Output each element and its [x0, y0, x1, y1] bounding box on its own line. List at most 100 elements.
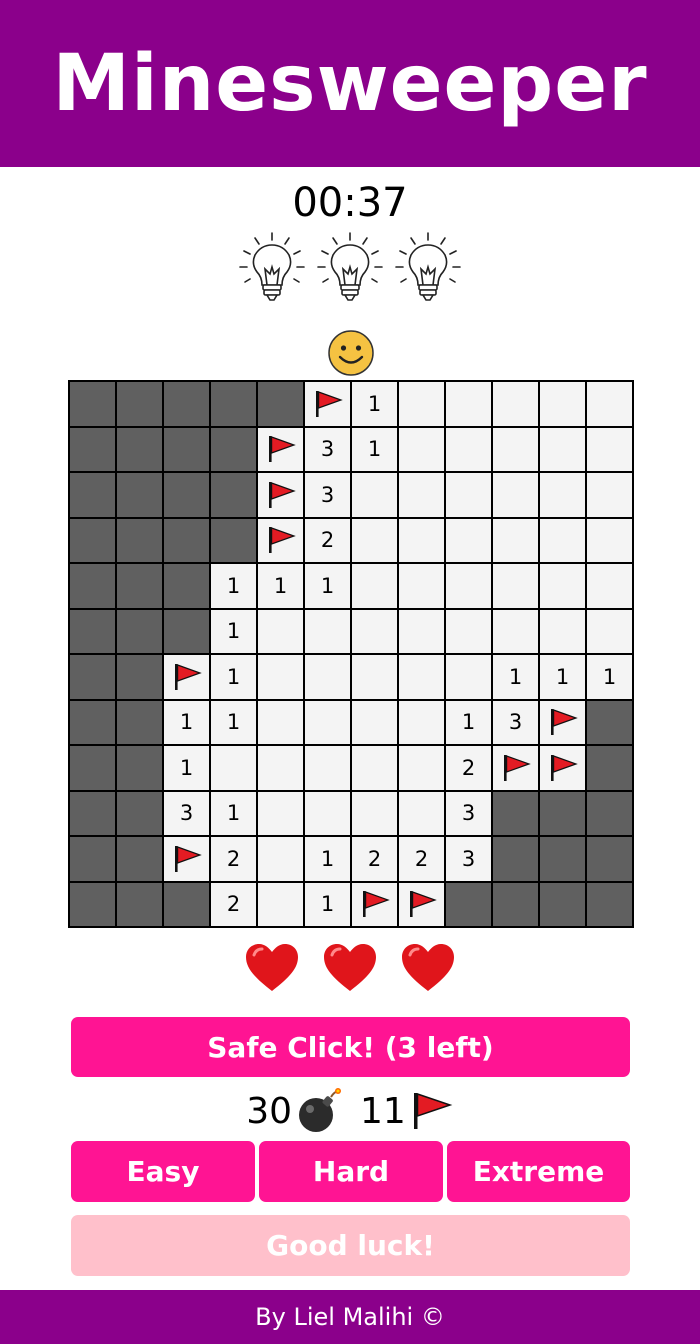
- board-cell[interactable]: [69, 426, 116, 472]
- board-cell[interactable]: [116, 745, 163, 791]
- board-cell[interactable]: [445, 517, 492, 563]
- board-cell[interactable]: [69, 745, 116, 791]
- board-cell[interactable]: [445, 563, 492, 609]
- board-cell[interactable]: [539, 745, 586, 791]
- board-cell[interactable]: [398, 426, 445, 472]
- board-cell[interactable]: 1: [539, 654, 586, 700]
- board-cell[interactable]: [163, 836, 210, 882]
- board-cell[interactable]: 3: [304, 472, 351, 518]
- board-cell[interactable]: [539, 699, 586, 745]
- board-cell[interactable]: [210, 472, 257, 518]
- board-cell[interactable]: [116, 881, 163, 927]
- board-cell[interactable]: [492, 608, 539, 654]
- board-cell[interactable]: [492, 745, 539, 791]
- board-cell[interactable]: [163, 517, 210, 563]
- board-cell[interactable]: [492, 472, 539, 518]
- board-cell[interactable]: [257, 381, 304, 427]
- board-cell[interactable]: [69, 381, 116, 427]
- board-cell[interactable]: [351, 472, 398, 518]
- board-cell[interactable]: [210, 381, 257, 427]
- board-cell[interactable]: [586, 699, 633, 745]
- board-cell[interactable]: 2: [398, 836, 445, 882]
- board-cell[interactable]: [257, 790, 304, 836]
- hard-button[interactable]: Hard: [259, 1141, 443, 1202]
- board-cell[interactable]: [398, 699, 445, 745]
- board-cell[interactable]: [116, 654, 163, 700]
- lightbulb-hint-icon[interactable]: [392, 228, 464, 308]
- board-cell[interactable]: [351, 881, 398, 927]
- lightbulb-hint-icon[interactable]: [236, 228, 308, 308]
- board-cell[interactable]: [539, 426, 586, 472]
- board-cell[interactable]: 1: [351, 426, 398, 472]
- board-cell[interactable]: [257, 608, 304, 654]
- board-cell[interactable]: [351, 654, 398, 700]
- board-cell[interactable]: 1: [304, 836, 351, 882]
- board-cell[interactable]: 2: [210, 881, 257, 927]
- board-cell[interactable]: [163, 881, 210, 927]
- board-cell[interactable]: 3: [445, 790, 492, 836]
- board-cell[interactable]: [210, 426, 257, 472]
- board-cell[interactable]: [210, 517, 257, 563]
- board-cell[interactable]: [586, 836, 633, 882]
- board-cell[interactable]: [539, 608, 586, 654]
- board-cell[interactable]: 2: [445, 745, 492, 791]
- board-cell[interactable]: [69, 699, 116, 745]
- board-cell[interactable]: [210, 745, 257, 791]
- board-cell[interactable]: 1: [210, 563, 257, 609]
- board-cell[interactable]: [586, 472, 633, 518]
- board-cell[interactable]: 3: [163, 790, 210, 836]
- board-cell[interactable]: [116, 790, 163, 836]
- board-cell[interactable]: [351, 563, 398, 609]
- lightbulb-hint-icon[interactable]: [314, 228, 386, 308]
- board-cell[interactable]: [257, 836, 304, 882]
- smiley-face-icon[interactable]: [326, 328, 376, 378]
- board-cell[interactable]: [116, 608, 163, 654]
- board-cell[interactable]: [539, 563, 586, 609]
- board-cell[interactable]: [163, 608, 210, 654]
- board-cell[interactable]: [492, 381, 539, 427]
- board-cell[interactable]: [539, 881, 586, 927]
- board-cell[interactable]: [398, 654, 445, 700]
- board-cell[interactable]: [69, 608, 116, 654]
- board-cell[interactable]: [304, 790, 351, 836]
- board-cell[interactable]: [539, 517, 586, 563]
- board-cell[interactable]: 1: [351, 381, 398, 427]
- board-cell[interactable]: [539, 381, 586, 427]
- board-cell[interactable]: [586, 608, 633, 654]
- board-cell[interactable]: [539, 472, 586, 518]
- board-cell[interactable]: [492, 563, 539, 609]
- board-cell[interactable]: 1: [163, 745, 210, 791]
- board-cell[interactable]: 1: [492, 654, 539, 700]
- board-cell[interactable]: [351, 699, 398, 745]
- board-cell[interactable]: [586, 426, 633, 472]
- board-cell[interactable]: [163, 426, 210, 472]
- board-cell[interactable]: [492, 881, 539, 927]
- board-cell[interactable]: [492, 836, 539, 882]
- board-cell[interactable]: [445, 881, 492, 927]
- board-cell[interactable]: 2: [210, 836, 257, 882]
- board-cell[interactable]: [304, 745, 351, 791]
- board-cell[interactable]: [539, 836, 586, 882]
- board-cell[interactable]: 1: [257, 563, 304, 609]
- board-cell[interactable]: 1: [210, 654, 257, 700]
- board-cell[interactable]: [163, 472, 210, 518]
- board-cell[interactable]: [69, 836, 116, 882]
- board-cell[interactable]: [445, 426, 492, 472]
- board-cell[interactable]: [586, 517, 633, 563]
- board-cell[interactable]: 2: [351, 836, 398, 882]
- board-cell[interactable]: [351, 790, 398, 836]
- board-cell[interactable]: [116, 381, 163, 427]
- board-cell[interactable]: [257, 745, 304, 791]
- board-cell[interactable]: [116, 836, 163, 882]
- board-cell[interactable]: [351, 745, 398, 791]
- board-cell[interactable]: 3: [492, 699, 539, 745]
- board-cell[interactable]: [116, 517, 163, 563]
- board-cell[interactable]: [163, 381, 210, 427]
- board-cell[interactable]: [539, 790, 586, 836]
- board-cell[interactable]: [257, 699, 304, 745]
- board-cell[interactable]: [586, 881, 633, 927]
- safe-click-button[interactable]: Safe Click! (3 left): [71, 1017, 630, 1077]
- board-cell[interactable]: [398, 472, 445, 518]
- board-cell[interactable]: [398, 790, 445, 836]
- board-cell[interactable]: [351, 608, 398, 654]
